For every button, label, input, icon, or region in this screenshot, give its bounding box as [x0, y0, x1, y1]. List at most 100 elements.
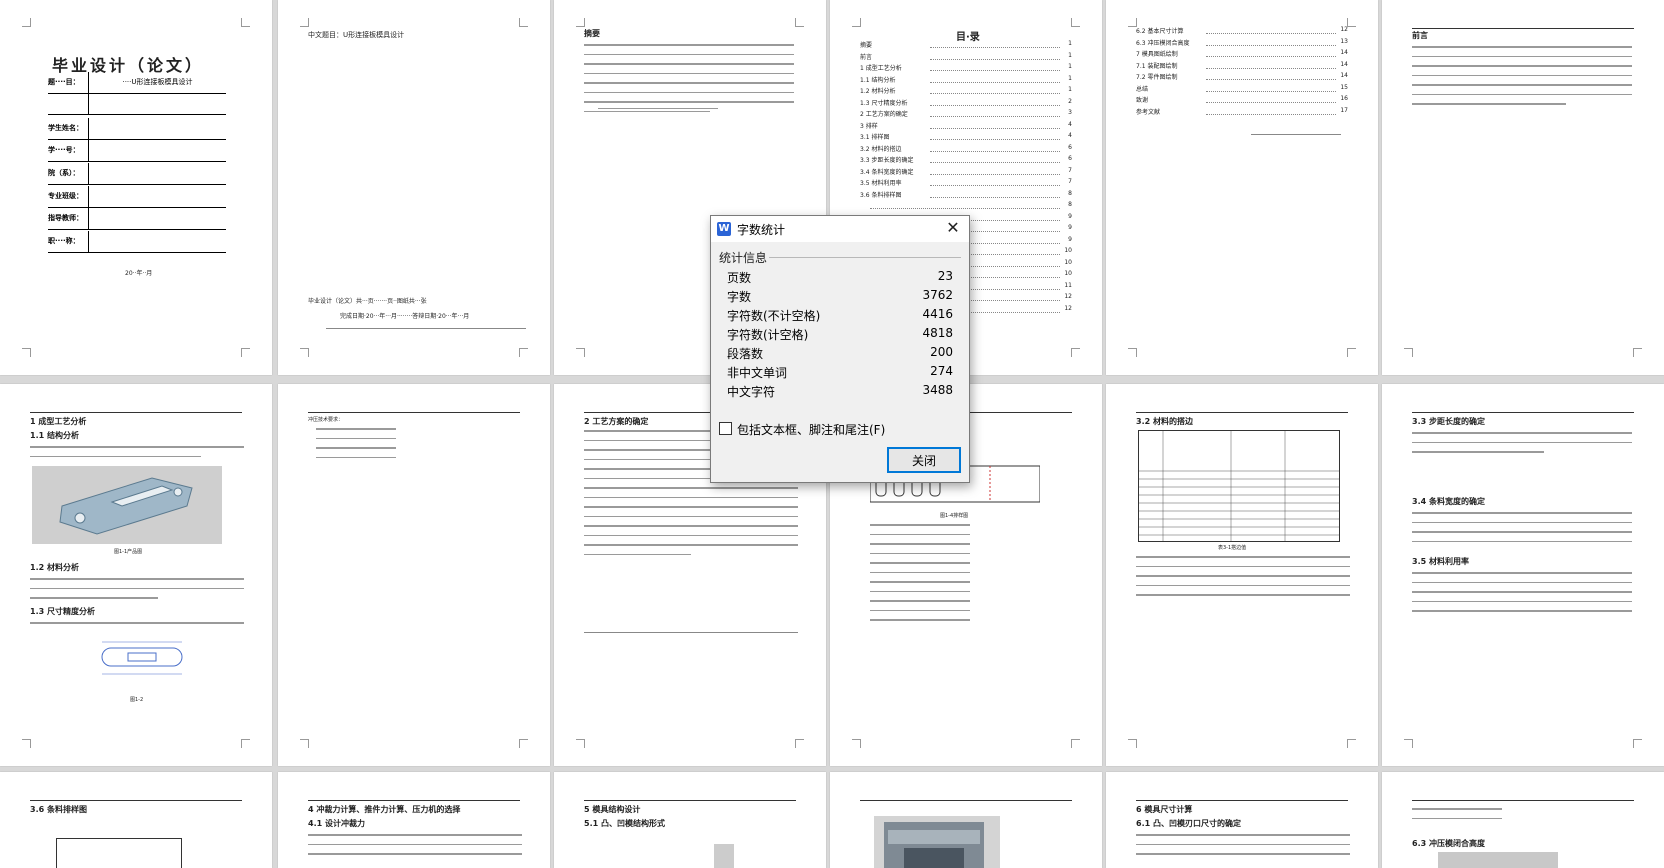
- page-strip-layout[interactable]: 3.6 条料排样图: [0, 772, 272, 868]
- cover-row: 学生姓名：: [48, 118, 226, 140]
- toc-leader: [930, 173, 1060, 175]
- corner-mark: [1404, 348, 1413, 357]
- include-textboxes-label[interactable]: 包括文本框、脚注和尾注(F): [737, 421, 885, 438]
- toc-entry[interactable]: 总结 15: [1136, 84, 1348, 96]
- subsection-title: 1.1 结构分析: [30, 431, 79, 440]
- toc-entry-page: 11: [1064, 281, 1072, 289]
- toc-entry[interactable]: 3.4 条料宽度的确定 7: [860, 167, 1072, 179]
- page-header: [1412, 402, 1634, 413]
- toc-leader: [1206, 33, 1336, 34]
- corner-mark: [576, 18, 585, 27]
- cover-row-value: [88, 186, 226, 207]
- stat-label: 中文字符: [727, 385, 776, 399]
- corner-mark: [1404, 739, 1413, 748]
- close-icon[interactable]: ✕: [943, 218, 963, 238]
- toc-leader: [1206, 56, 1336, 57]
- figure-caption: 图1-4排样图: [940, 513, 969, 519]
- toc-entry[interactable]: 7.1 装配图绘制 14: [1136, 61, 1348, 73]
- body-text: [30, 622, 244, 632]
- page-dimension-calc[interactable]: 6 模具尺寸计算 6.1 凸、凹模刃口尺寸的确定: [1106, 772, 1378, 868]
- page-preface[interactable]: 前言: [1382, 0, 1664, 375]
- include-textboxes-checkbox[interactable]: [719, 422, 732, 435]
- toc2-divider: [1251, 134, 1341, 135]
- page-header: [1136, 402, 1348, 413]
- toc-entry[interactable]: 3.6 条料排样图 8: [860, 190, 1072, 202]
- toc-leader: [930, 116, 1060, 117]
- corner-mark: [22, 348, 31, 357]
- cover-row: 院（系）：: [48, 163, 226, 185]
- subsection-title: 3.5 材料利用率: [1412, 557, 1469, 566]
- toc-entry-page: 9: [1068, 212, 1072, 220]
- page-structure[interactable]: 5 模具结构设计 5.1 凸、凹模结构形式: [554, 772, 826, 868]
- toc-entry-page: 10: [1064, 258, 1072, 266]
- toc-entry[interactable]: 致谢 16: [1136, 95, 1348, 107]
- cover-date: 20··年··月: [125, 270, 153, 277]
- dimension-drawing: [92, 636, 192, 680]
- toc-entry[interactable]: 前言 1: [860, 52, 1072, 64]
- toc-entry[interactable]: 摘要 1: [860, 40, 1072, 52]
- page-closed-height[interactable]: 6.3 冲压模闭合高度: [1382, 772, 1664, 868]
- cover-row-value: [88, 163, 226, 184]
- word-count-dialog: W 字数统计 ✕ 统计信息 页数 23 字数 3762 字符数(不计空格) 44…: [710, 215, 970, 483]
- toc-entry[interactable]: 3.1 排样图 4: [860, 132, 1072, 144]
- toc-entry-label: 6.3 冲压模闭合高度: [1136, 39, 1190, 47]
- toc-leader: [870, 208, 1060, 209]
- page-step[interactable]: 3.3 步距长度的确定 3.4 条料宽度的确定 3.5 材料利用率: [1382, 384, 1664, 766]
- stat-value: 274: [930, 364, 953, 378]
- toc-entry[interactable]: 1.3 尺寸精度分析 2: [860, 98, 1072, 110]
- page-force[interactable]: 4 冲裁力计算、推件力计算、压力机的选择 4.1 设计冲裁力: [278, 772, 550, 868]
- toc-entry-page: 8: [1068, 189, 1072, 197]
- stats-group-label: 统计信息: [719, 251, 768, 265]
- toc-entry[interactable]: 6.2 基本尺寸计算 12: [1136, 26, 1348, 38]
- stat-label: 页数: [727, 271, 752, 285]
- toc-entry[interactable]: 参考文献 17: [1136, 107, 1348, 119]
- body-text: [1412, 808, 1502, 827]
- corner-mark: [22, 18, 31, 27]
- page-toc-2[interactable]: 6.2 基本尺寸计算 12 6.3 冲压模闭合高度 13 7 模具图纸绘制 14 7.1 装…: [1106, 0, 1378, 375]
- cover-row-label: 学生姓名：: [48, 124, 83, 132]
- page-cover[interactable]: 毕业设计（论文） 题····目： ····U形连接板模具设计 学生姓名： 学··…: [0, 0, 272, 375]
- toc-leader: [1206, 102, 1336, 103]
- dialog-titlebar[interactable]: W 字数统计 ✕: [711, 216, 969, 242]
- corner-mark: [1071, 18, 1080, 27]
- corner-mark: [22, 739, 31, 748]
- page-requirements[interactable]: 冲压技术要求：: [278, 384, 550, 766]
- corner-mark: [300, 348, 309, 357]
- toc-entry[interactable]: 3.2 材料的搭边 6: [860, 144, 1072, 156]
- subsection-title: 6.1 凸、凹模刃口尺寸的确定: [1136, 819, 1241, 828]
- stat-label: 字数: [727, 290, 752, 304]
- toc-entry[interactable]: 1.1 结构分析 1: [860, 75, 1072, 87]
- toc-leader: [1206, 67, 1336, 69]
- toc-entry[interactable]: 6.3 冲压模闭合高度 13: [1136, 38, 1348, 50]
- page-process-analysis[interactable]: 1 成型工艺分析 1.1 结构分析 图1-1产品图 1.2 材料分析 1.3 尺…: [0, 384, 272, 766]
- toc-entry[interactable]: 3.5 材料利用率 7: [860, 178, 1072, 190]
- requirements-title: 冲压技术要求：: [308, 417, 344, 423]
- cover-row-value: [88, 208, 226, 229]
- page-model[interactable]: [830, 772, 1102, 868]
- toc-entry[interactable]: 1 成型工艺分析 1: [860, 63, 1072, 75]
- corner-mark: [1347, 739, 1356, 748]
- toc-entry[interactable]: 7 模具图纸绘制 14: [1136, 49, 1348, 61]
- corner-mark: [1347, 18, 1356, 27]
- page-2[interactable]: 中文题目：U形连接板模具设计 毕业设计（论文）共···页·······页··图纸…: [278, 0, 550, 375]
- toc-entry[interactable]: 7.2 零件图绘制 14: [1136, 72, 1348, 84]
- toc-entry-label: 总结: [1136, 85, 1149, 93]
- subsection-title: 1.3 尺寸精度分析: [30, 607, 95, 616]
- cover-topic-label: 题····目：: [48, 78, 80, 86]
- toc-entry-label: 3.3 步距长度的确定: [860, 157, 914, 164]
- corner-mark: [241, 18, 250, 27]
- stat-row-chinese-chars: 中文字符 3488: [727, 383, 953, 403]
- corner-mark: [300, 739, 309, 748]
- toc-entry[interactable]: 1.2 材料分析 1: [860, 86, 1072, 98]
- preface-text: [1412, 46, 1632, 113]
- toc-entry[interactable]: 3.3 步距长度的确定 6: [860, 155, 1072, 167]
- toc-entry[interactable]: 8: [860, 201, 1072, 213]
- toc-entry[interactable]: 3 排样 4: [860, 121, 1072, 133]
- figure-caption: 图1-2: [130, 697, 144, 703]
- section-title: 3.3 步距长度的确定: [1412, 417, 1485, 426]
- page-scrap[interactable]: 3.2 材料的搭边 表3-1搭边值: [1106, 384, 1378, 766]
- toc-entry[interactable]: 2 工艺方案的确定 3: [860, 109, 1072, 121]
- stat-value: 23: [937, 269, 953, 283]
- toc-entry-label: 1.1 结构分析: [860, 76, 896, 84]
- close-button[interactable]: 关闭: [887, 447, 961, 473]
